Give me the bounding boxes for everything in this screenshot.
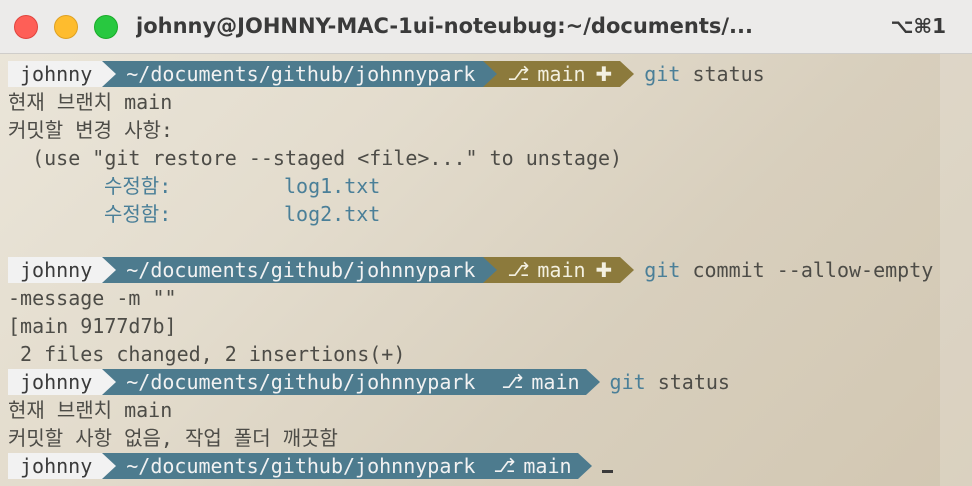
prompt-user-segment: johnny	[8, 257, 103, 283]
prompt-branch-name: main	[537, 62, 586, 86]
title-bar[interactable]: johnny@JOHNNY-MAC-1ui-noteubug:~/documen…	[0, 0, 972, 54]
prompt-line: johnny ~/documents/github/johnnypark ⎇ main…	[8, 256, 938, 284]
prompt-user-segment: johnny	[8, 453, 103, 479]
output-line: [main 9177d7b]	[8, 314, 177, 338]
terminal-window: johnny@JOHNNY-MAC-1ui-noteubug:~/documen…	[0, 0, 972, 486]
powerline-separator-icon	[483, 61, 498, 87]
modified-filename: log1.txt	[284, 174, 381, 198]
git-branch-icon: ⎇	[493, 455, 516, 477]
command-input[interactable]	[601, 454, 613, 478]
git-branch-icon: ⎇	[507, 63, 530, 85]
prompt-git-segment: ⎇ main	[497, 369, 586, 395]
prompt-branch-name: main	[531, 370, 580, 394]
modified-file-line: 수정함: log1.txt	[8, 172, 938, 200]
prompt-branch-name: main	[537, 258, 586, 282]
prompt-path-segment: ~/documents/github/johnnypark	[116, 61, 484, 87]
modified-label: 수정함:	[104, 202, 172, 226]
powerline-separator-icon	[102, 453, 117, 479]
output-line: 현재 브랜치 main	[8, 90, 173, 114]
window-shortcut: ⌥⌘1	[890, 14, 946, 38]
terminal-content[interactable]: johnny ~/documents/github/johnnypark ⎇ main…	[8, 60, 938, 480]
prompt-git-segment: ⎇ main ✚	[497, 257, 621, 283]
modified-file-line: 수정함: log2.txt	[8, 200, 938, 228]
powerline-separator-icon	[577, 453, 592, 479]
prompt-line: johnny ~/documents/github/johnnypark ⎇ main…	[8, 368, 938, 396]
prompt-path-segment: ~/documents/github/johnnypark	[116, 453, 484, 479]
output-line: 현재 브랜치 main	[8, 398, 173, 422]
prompt-user-segment: johnny	[8, 369, 103, 395]
git-branch-icon: ⎇	[501, 371, 524, 393]
dirty-plus-icon: ✚	[595, 258, 613, 282]
prompt-path-segment: ~/documents/github/johnnypark	[116, 369, 484, 395]
prompt-line: johnny ~/documents/github/johnnypark ⎇ main	[8, 452, 938, 480]
prompt-git-segment: ⎇ main ✚	[497, 61, 621, 87]
command-wrap-line: -message -m ""	[8, 286, 177, 310]
command-text: git status	[644, 62, 765, 86]
output-line: 커밋할 변경 사항:	[8, 118, 173, 142]
prompt-branch-name: main	[523, 454, 572, 478]
close-button[interactable]	[14, 15, 38, 39]
powerline-separator-icon	[585, 369, 600, 395]
output-line: (use "git restore --staged <file>..." to…	[8, 146, 623, 170]
text-cursor	[601, 470, 613, 473]
git-branch-icon: ⎇	[507, 259, 530, 281]
powerline-separator-icon	[102, 61, 117, 87]
powerline-separator-icon	[483, 257, 498, 283]
powerline-separator-icon	[102, 369, 117, 395]
powerline-separator-icon	[483, 369, 498, 395]
zoom-button[interactable]	[94, 15, 118, 39]
command-text: git commit --allow-empty	[644, 258, 934, 282]
prompt-line: johnny ~/documents/github/johnnypark ⎇ main…	[8, 60, 938, 88]
scrollbar-track[interactable]	[940, 54, 972, 486]
dirty-plus-icon: ✚	[595, 62, 613, 86]
modified-label: 수정함:	[104, 174, 172, 198]
prompt-user-segment: johnny	[8, 61, 103, 87]
powerline-separator-icon	[620, 257, 635, 283]
modified-filename: log2.txt	[284, 202, 381, 226]
command-text: git status	[609, 370, 730, 394]
window-title: johnny@JOHNNY-MAC-1ui-noteubug:~/documen…	[136, 14, 753, 38]
minimize-button[interactable]	[54, 15, 78, 39]
output-line: 2 files changed, 2 insertions(+)	[8, 342, 406, 366]
prompt-git-segment: ⎇ main	[483, 453, 578, 479]
output-line: 커밋할 사항 없음, 작업 폴더 깨끗함	[8, 426, 338, 450]
powerline-separator-icon	[102, 257, 117, 283]
prompt-path-segment: ~/documents/github/johnnypark	[116, 257, 484, 283]
powerline-separator-icon	[620, 61, 635, 87]
